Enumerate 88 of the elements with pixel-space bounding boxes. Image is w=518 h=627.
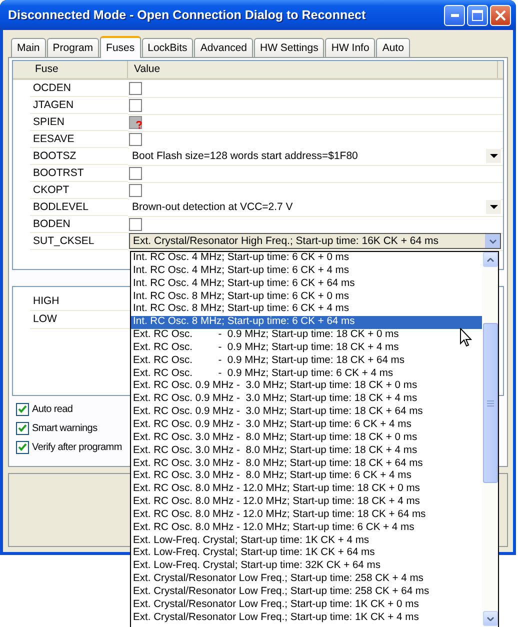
dropdown-option[interactable]: Ext. RC Osc. - 0.9 MHz; Start-up time: 6 CK + 4 ms: [131, 368, 482, 380]
minimize-button[interactable]: [444, 4, 465, 26]
fuse-name: JTAGEN: [30, 97, 128, 114]
tab[interactable]: Auto: [376, 38, 410, 57]
question-icon: [136, 120, 142, 128]
close-button[interactable]: [490, 4, 511, 26]
checkbox[interactable]: [129, 166, 142, 180]
checkbox-label: Smart warnings: [32, 423, 98, 434]
check-icon: [18, 443, 27, 452]
value-dropdown[interactable]: Brown-out detection at VCC=2.7 V: [129, 199, 501, 215]
checkbox[interactable]: [16, 441, 29, 454]
checkbox-label: Verify after programm: [32, 442, 122, 453]
dropdown-option[interactable]: Ext. RC Osc. 8.0 MHz - 12.0 MHz; Start-up time: 18 CK + 64 ms: [131, 508, 482, 522]
checkbox[interactable]: [129, 116, 142, 128]
checkbox[interactable]: [129, 132, 142, 146]
dropdown-option[interactable]: Int. RC Osc. 4 MHz; Start-up time: 6 CK + 64 ms: [131, 278, 482, 291]
dropdown-option[interactable]: Ext. RC Osc. - 0.9 MHz; Start-up time: 18 CK + 0 ms: [131, 329, 482, 342]
value-dropdown[interactable]: Boot Flash size=128 words start address=$1F80: [129, 148, 501, 164]
dropdown-option[interactable]: Ext. Crystal/Resonator Low Freq.; Start-up time: 258 CK + 4 ms: [131, 573, 482, 586]
dropdown-option[interactable]: Ext. RC Osc. 0.9 MHz - 3.0 MHz; Start-up time: 6 CK + 4 ms: [131, 418, 482, 432]
caret-down-icon: [486, 616, 494, 620]
fuse-name: SUT_CKSEL: [30, 233, 128, 250]
value-dropdown[interactable]: Ext. Crystal/Resonator High Freq.; Start-up time: 16K CK + 64 ms: [129, 233, 501, 249]
column-header: Value: [128, 61, 498, 78]
fuse-name: BODEN: [30, 216, 128, 233]
fuse-name: EESAVE: [30, 131, 128, 148]
dropdown-option[interactable]: Ext. RC Osc. 3.0 MHz - 8.0 MHz; Start-up time: 6 CK + 4 ms: [131, 470, 482, 484]
dropdown-option[interactable]: Ext. Crystal/Resonator Low Freq.; Start-up time: 258 CK + 64 ms: [131, 586, 482, 599]
maximize-button[interactable]: [467, 4, 488, 26]
minimize-icon: [450, 14, 458, 16]
dropdown-button[interactable]: [486, 200, 501, 214]
tab[interactable]: HW Settings: [254, 38, 324, 57]
close-icon: [495, 10, 506, 20]
maximize-icon: [472, 10, 483, 20]
tab[interactable]: Main: [11, 38, 46, 57]
dropdown-option[interactable]: Int. RC Osc. 8 MHz; Start-up time: 6 CK + 64 ms: [131, 316, 482, 330]
dropdown-option[interactable]: Ext. Low-Freq. Crystal; Start-up time: 1K CK + 4 ms: [131, 534, 482, 548]
checkbox[interactable]: [129, 82, 142, 94]
fuse-name: BODLEVEL: [30, 199, 128, 216]
caret-icon: [490, 154, 498, 158]
dropdown-option[interactable]: Ext. RC Osc. 0.9 MHz - 3.0 MHz; Start-up time: 18 CK + 0 ms: [131, 380, 482, 394]
caret-icon: [488, 238, 496, 244]
caret-up-icon: [486, 258, 494, 262]
tab[interactable]: Fuses: [100, 36, 141, 58]
dropdown-option[interactable]: Ext. Low-Freq. Crystal; Start-up time: 32K CK + 64 ms: [131, 560, 482, 574]
dropdown-option[interactable]: Ext. Crystal/Resonator Low Freq.; Start-up time: 1K CK + 0 ms: [131, 598, 482, 612]
dropdown-option[interactable]: Ext. RC Osc. 0.9 MHz - 3.0 MHz; Start-up time: 18 CK + 64 ms: [131, 406, 482, 419]
fuse-name: OCDEN: [30, 80, 128, 97]
dropdown-option[interactable]: Int. RC Osc. 8 MHz; Start-up time: 6 CK + 0 ms: [131, 290, 482, 304]
scroll-thumb[interactable]: [482, 323, 498, 483]
dropdown-option[interactable]: Ext. RC Osc. 3.0 MHz - 8.0 MHz; Start-up time: 18 CK + 4 ms: [131, 444, 482, 458]
grip-icon: [486, 400, 494, 406]
scroll-up-button[interactable]: [482, 252, 498, 267]
checkbox[interactable]: [129, 98, 142, 112]
dropdown-option[interactable]: Ext. Low-Freq. Crystal; Start-up time: 1K CK + 64 ms: [131, 547, 482, 560]
dropdown-option[interactable]: Ext. RC Osc. - 0.9 MHz; Start-up time: 18 CK + 64 ms: [131, 354, 482, 368]
dropdown-option[interactable]: Ext. RC Osc. 0.9 MHz - 3.0 MHz; Start-up time: 18 CK + 4 ms: [131, 393, 482, 406]
fuse-name: CKOPT: [30, 182, 128, 199]
tab[interactable]: LockBits: [142, 38, 194, 57]
window-title: Disconnected Mode - Open Connection Dialog to Reconnect: [7, 8, 366, 22]
dropdown-option[interactable]: Ext. RC Osc. 3.0 MHz - 8.0 MHz; Start-up time: 18 CK + 64 ms: [131, 458, 482, 470]
dropdown-option[interactable]: Ext. RC Osc. 8.0 MHz - 12.0 MHz; Start-up time: 18 CK + 0 ms: [131, 483, 482, 496]
tab[interactable]: Program: [46, 38, 100, 57]
fuse-name: BOOTRST: [30, 165, 128, 182]
scroll-down-button[interactable]: [482, 611, 498, 626]
dropdown-option[interactable]: Ext. RC Osc. 8.0 MHz - 12.0 MHz; Start-up time: 6 CK + 4 ms: [131, 522, 482, 535]
fuse-name: BOOTSZ: [30, 148, 128, 165]
fuse-name: SPIEN: [30, 114, 128, 131]
checkbox[interactable]: [16, 403, 29, 416]
dropdown-option[interactable]: Ext. Crystal/Resonator Low Freq.; Start-up time: 1K CK + 4 ms: [131, 612, 482, 624]
mouse-cursor-icon: [460, 328, 472, 347]
column-header: Fuse: [13, 61, 128, 78]
dropdown-option[interactable]: Ext. RC Osc. 3.0 MHz - 8.0 MHz; Start-up time: 18 CK + 0 ms: [131, 432, 482, 445]
dropdown-option[interactable]: Ext. RC Osc. 8.0 MHz - 12.0 MHz; Start-up time: 18 CK + 4 ms: [131, 496, 482, 509]
dropdown-button[interactable]: [486, 149, 501, 163]
dropdown-option[interactable]: Int. RC Osc. 8 MHz; Start-up time: 6 CK + 4 ms: [131, 303, 482, 316]
dropdown-option[interactable]: Int. RC Osc. 4 MHz; Start-up time: 6 CK + 0 ms: [131, 252, 482, 265]
tab[interactable]: Advanced: [194, 38, 254, 57]
dropdown-option[interactable]: Ext. RC Osc. - 0.9 MHz; Start-up time: 18 CK + 4 ms: [131, 342, 482, 355]
check-icon: [18, 424, 27, 433]
checkbox-label: Auto read: [32, 404, 73, 415]
tab[interactable]: HW Info: [325, 38, 376, 57]
check-icon: [18, 405, 27, 414]
caret-icon: [490, 204, 498, 210]
checkbox[interactable]: [129, 218, 142, 230]
checkbox[interactable]: [16, 422, 29, 435]
dropdown-option[interactable]: Int. RC Osc. 4 MHz; Start-up time: 6 CK + 4 ms: [131, 264, 482, 278]
checkbox[interactable]: [129, 184, 142, 196]
